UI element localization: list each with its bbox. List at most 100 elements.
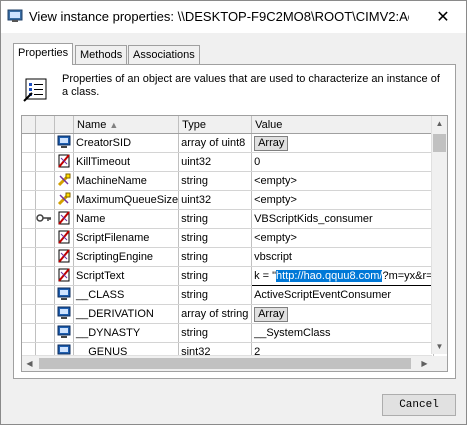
property-name: MachineName	[73, 171, 180, 191]
table-row[interactable]: KillTimeout uint32 0	[22, 152, 434, 172]
local-property-icon	[54, 247, 74, 267]
value-prefix: k = "	[254, 270, 277, 282]
property-value[interactable]: <empty>	[251, 171, 434, 191]
property-name: __CLASS	[73, 285, 180, 305]
header-blank	[35, 116, 55, 134]
tab-associations[interactable]: Associations	[128, 45, 200, 64]
row-gutter	[22, 171, 36, 191]
row-marker	[35, 247, 55, 267]
tab-properties[interactable]: Properties	[13, 43, 74, 65]
property-value[interactable]: <empty>	[251, 190, 434, 210]
value-suffix: ?m=yx&r=	[382, 270, 433, 282]
property-type: string	[178, 266, 253, 286]
property-type: string	[178, 209, 253, 229]
property-name: MaximumQueueSize	[73, 190, 180, 210]
row-gutter	[22, 247, 36, 267]
property-name: ScriptingEngine	[73, 247, 180, 267]
scroll-up-icon[interactable]: ▲	[432, 116, 447, 131]
vertical-scrollbar[interactable]: ▲ ▼	[431, 116, 447, 354]
table-row[interactable]: MaximumQueueSize uint32 <empty>	[22, 190, 434, 210]
wmi-app-icon	[7, 9, 23, 22]
property-name: ScriptFilename	[73, 228, 180, 248]
selected-url[interactable]: http://hao.qquu8.com/	[276, 270, 383, 282]
table-header: Name ▲ Type Value	[22, 116, 434, 134]
horizontal-scroll-thumb[interactable]	[39, 358, 411, 369]
property-name: CreatorSID	[73, 133, 180, 153]
panel-description: Properties of an object are values that …	[62, 73, 440, 98]
dialog-window: View instance properties: \\DESKTOP-F9C2…	[0, 0, 467, 425]
column-type-header[interactable]: Type	[178, 116, 253, 134]
row-gutter	[22, 304, 36, 324]
table-row[interactable]: __DERIVATION array of string Array	[22, 304, 434, 324]
row-marker	[35, 228, 55, 248]
table-row[interactable]: ScriptFilename string <empty>	[22, 228, 434, 248]
property-value[interactable]: VBScriptKids_consumer	[251, 209, 434, 229]
row-gutter	[22, 323, 36, 343]
table-row[interactable]: CreatorSID array of uint8 Array	[22, 133, 434, 153]
local-property-icon	[54, 152, 74, 172]
property-value-editor[interactable]: k = "http://hao.qquu8.com/?m=yx&r=	[251, 266, 434, 286]
property-value-array[interactable]: Array	[251, 133, 434, 153]
header-blank	[54, 116, 74, 134]
property-type: uint32	[178, 190, 253, 210]
array-button[interactable]: Array	[254, 135, 289, 151]
local-property-icon	[54, 266, 74, 286]
row-gutter	[22, 133, 36, 153]
close-button[interactable]: ✕	[420, 1, 466, 33]
table-row[interactable]: Name string VBScriptKids_consumer	[22, 209, 434, 229]
row-marker	[35, 323, 55, 343]
row-marker	[35, 133, 55, 153]
key-icon	[35, 209, 55, 229]
window-title: View instance properties: \\DESKTOP-F9C2…	[29, 9, 409, 24]
property-type: array of uint8	[178, 133, 253, 153]
table-row[interactable]: MachineName string <empty>	[22, 171, 434, 191]
property-value[interactable]: __SystemClass	[251, 323, 434, 343]
column-value-header[interactable]: Value	[251, 116, 434, 134]
property-value-array[interactable]: Array	[251, 304, 434, 324]
property-value[interactable]: <empty>	[251, 228, 434, 248]
table-row[interactable]: ScriptingEngine string vbscript	[22, 247, 434, 267]
column-name-header[interactable]: Name ▲	[73, 116, 180, 134]
property-type: string	[178, 323, 253, 343]
vertical-scroll-thumb[interactable]	[433, 134, 446, 152]
table-row[interactable]: __DYNASTY string __SystemClass	[22, 323, 434, 343]
header-blank	[22, 116, 36, 134]
row-marker	[35, 304, 55, 324]
scroll-right-icon[interactable]: ▶	[417, 356, 432, 371]
property-name: KillTimeout	[73, 152, 180, 172]
scroll-down-icon[interactable]: ▼	[432, 339, 447, 354]
property-rows: CreatorSID array of uint8 Array KillTimeout…	[22, 133, 434, 362]
array-button[interactable]: Array	[254, 306, 289, 322]
property-type: uint32	[178, 152, 253, 172]
system-property-icon	[54, 323, 74, 343]
system-property-icon	[54, 133, 74, 153]
property-value[interactable]: vbscript	[251, 247, 434, 267]
property-grid[interactable]: Name ▲ Type Value CreatorSID array of uin…	[21, 115, 448, 372]
scroll-left-icon[interactable]: ◀	[22, 356, 37, 371]
title-bar: View instance properties: \\DESKTOP-F9C2…	[1, 1, 466, 33]
row-gutter	[22, 152, 36, 172]
sort-icon: ▲	[109, 119, 119, 130]
system-property-icon	[54, 285, 74, 305]
property-value[interactable]: 0	[251, 152, 434, 172]
close-icon: ✕	[436, 9, 450, 26]
row-gutter	[22, 285, 36, 305]
row-gutter	[22, 209, 36, 229]
tab-methods[interactable]: Methods	[75, 45, 128, 64]
row-marker	[35, 171, 55, 191]
column-name-label: Name	[77, 118, 107, 131]
row-gutter	[22, 228, 36, 248]
row-marker	[35, 285, 55, 305]
table-row[interactable]: __CLASS string ActiveScriptEventConsumer	[22, 285, 434, 305]
property-value[interactable]: ActiveScriptEventConsumer	[251, 285, 434, 305]
property-name: ScriptText	[73, 266, 180, 286]
table-row[interactable]: ScriptText string k = "http://hao.qquu8.co…	[22, 266, 434, 286]
property-type: string	[178, 247, 253, 267]
inherited-property-icon	[54, 171, 74, 191]
system-property-icon	[54, 304, 74, 324]
property-table: Name ▲ Type Value CreatorSID array of uin…	[22, 116, 434, 362]
inherited-property-icon	[54, 190, 74, 210]
horizontal-scrollbar[interactable]: ◀ ▶	[22, 355, 432, 371]
local-property-icon	[54, 228, 74, 248]
cancel-button[interactable]: Cancel	[382, 394, 456, 416]
